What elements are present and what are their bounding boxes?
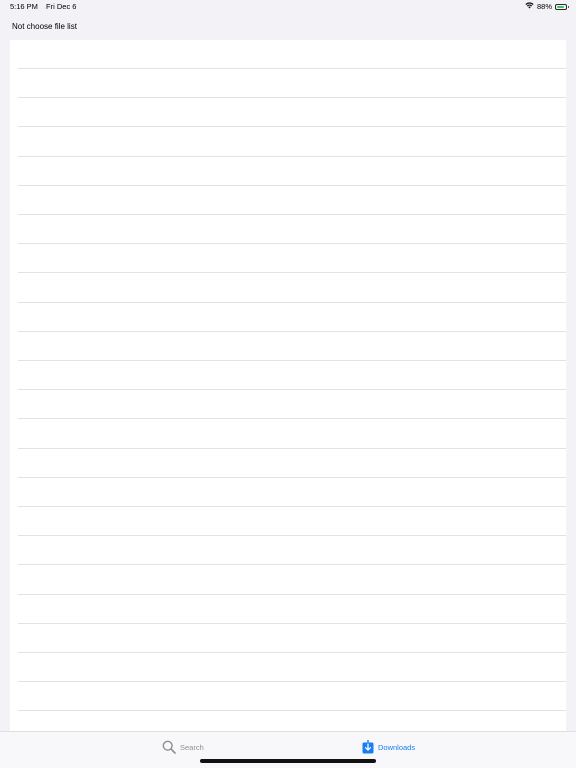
download-icon [362, 740, 374, 754]
list-item[interactable] [18, 682, 566, 712]
tab-downloads[interactable]: Downloads [362, 738, 415, 756]
list-item[interactable] [18, 215, 566, 245]
list-item[interactable] [18, 449, 566, 478]
status-time: 5:16 PM [10, 2, 38, 11]
tab-search[interactable]: Search [162, 738, 204, 756]
list-item[interactable] [18, 420, 566, 449]
status-indicators: 88% [525, 0, 569, 14]
list-item[interactable] [18, 332, 566, 361]
list-item[interactable] [18, 712, 566, 731]
status-bar: 5:16 PM Fri Dec 6 88% [0, 0, 576, 14]
file-list[interactable] [10, 40, 566, 731]
list-item[interactable] [18, 157, 566, 186]
header: Not choose file list [0, 14, 576, 40]
wifi-icon [525, 0, 534, 14]
battery-icon [555, 4, 569, 10]
list-item[interactable] [18, 40, 566, 69]
list-item[interactable] [18, 69, 566, 99]
list-item[interactable] [18, 128, 566, 157]
status-date: Fri Dec 6 [46, 2, 77, 11]
list-item[interactable] [18, 507, 566, 537]
search-icon [162, 740, 176, 754]
list-item[interactable] [18, 303, 566, 332]
list-item[interactable] [18, 98, 566, 128]
home-indicator [200, 759, 376, 763]
list-item[interactable] [18, 536, 566, 566]
page-title: Not choose file list [12, 22, 77, 31]
list-item[interactable] [18, 274, 566, 303]
tab-search-label: Search [180, 742, 204, 752]
list-item[interactable] [18, 595, 566, 624]
status-time-date: 5:16 PM Fri Dec 6 [10, 0, 76, 14]
list-item[interactable] [18, 653, 566, 683]
list-item[interactable] [18, 390, 566, 420]
list-item[interactable] [18, 186, 566, 215]
list-item[interactable] [18, 624, 566, 653]
list-item[interactable] [18, 478, 566, 507]
list-item[interactable] [18, 361, 566, 391]
list-item[interactable] [18, 566, 566, 595]
battery-percent: 88% [536, 2, 552, 11]
list-item[interactable] [18, 244, 566, 274]
tab-downloads-label: Downloads [378, 742, 416, 752]
